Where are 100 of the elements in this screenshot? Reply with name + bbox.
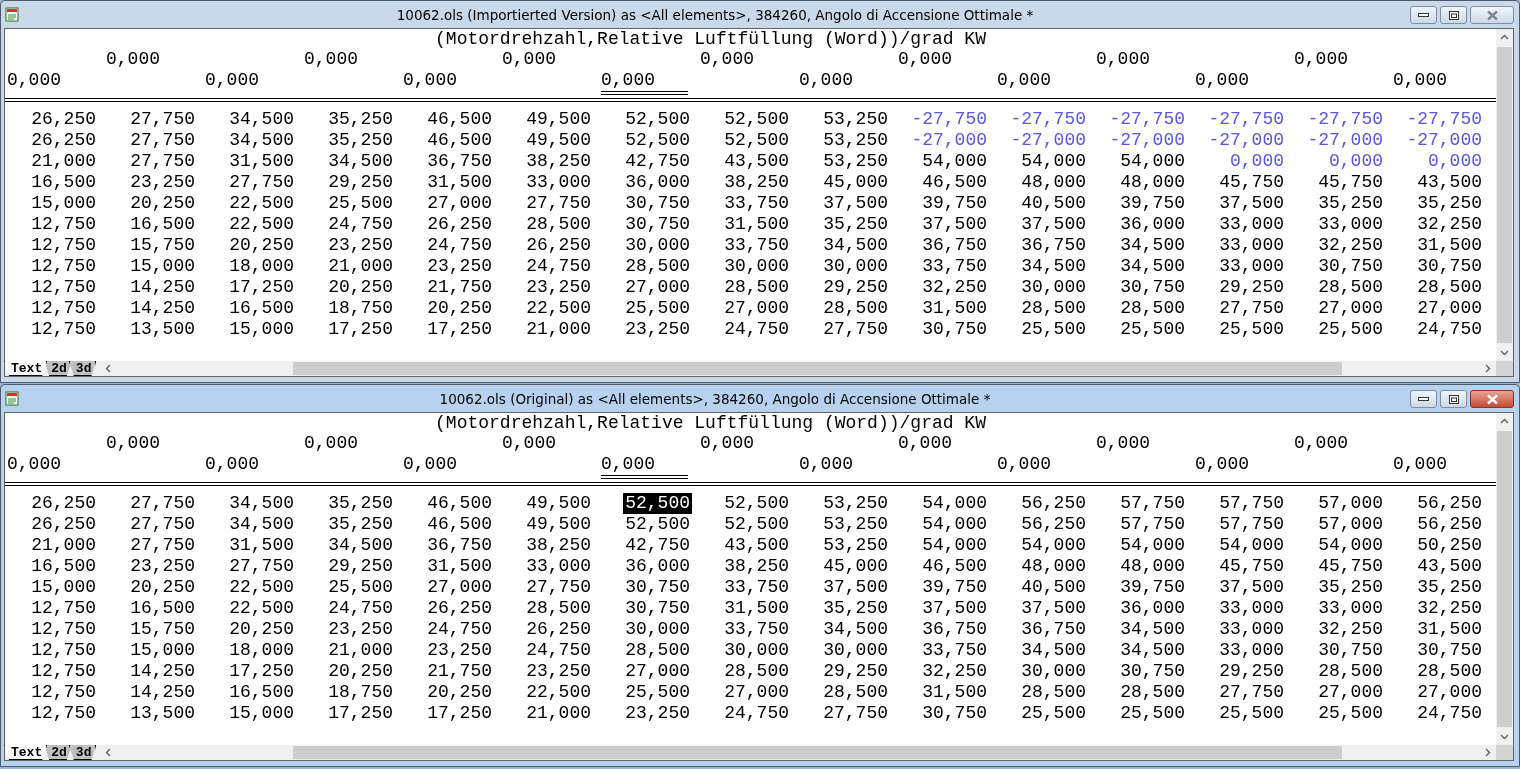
table-cell-text: 46,500 bbox=[426, 109, 493, 130]
table-cell-text: 43,500 bbox=[723, 535, 790, 556]
table-cell-text: 30,750 bbox=[921, 703, 988, 724]
view-tab[interactable]: Text bbox=[4, 745, 48, 760]
table-cell-text: 12,750 bbox=[30, 703, 97, 724]
table-cell-text: 28,500 bbox=[723, 661, 790, 682]
table-cell-text: 33,000 bbox=[525, 556, 592, 577]
table-cell-text: 29,250 bbox=[1218, 661, 1285, 682]
table-cell-text: 54,000 bbox=[1218, 535, 1285, 556]
axis-value[interactable]: 0,000 bbox=[1393, 454, 1480, 475]
table-cell-text: 25,500 bbox=[1020, 703, 1087, 724]
table-cell-text: 12,750 bbox=[30, 640, 97, 661]
axis-value[interactable]: 0,000 bbox=[601, 454, 688, 479]
table-cell-text: 25,500 bbox=[1119, 703, 1186, 724]
table-cell-text: 33,000 bbox=[1218, 598, 1285, 619]
table-cell-text: 36,750 bbox=[921, 619, 988, 640]
table-cell-text: 33,750 bbox=[921, 256, 988, 277]
table-cell-text: 27,750 bbox=[822, 703, 889, 724]
table-cell-text: 32,250 bbox=[1317, 235, 1384, 256]
table-cell-text: 28,500 bbox=[822, 298, 889, 319]
table-cell-text: 17,250 bbox=[426, 319, 493, 340]
axis-value[interactable]: 0,000 bbox=[403, 454, 490, 475]
axis-value[interactable]: 0,000 bbox=[205, 70, 292, 91]
table-cell-text: 27,750 bbox=[129, 109, 196, 130]
table-cell-text: 46,500 bbox=[426, 130, 493, 151]
document-icon bbox=[4, 6, 20, 23]
view-tab[interactable]: 3d bbox=[68, 745, 97, 760]
table-cell-text: 14,250 bbox=[129, 661, 196, 682]
restore-button[interactable] bbox=[1440, 390, 1467, 408]
axis-value[interactable]: 0,000 bbox=[997, 454, 1084, 475]
table-cell-text: 27,750 bbox=[129, 151, 196, 172]
table-cell-text: 13,500 bbox=[129, 703, 196, 724]
table-cell-text: 38,250 bbox=[723, 556, 790, 577]
axis-value[interactable]: 0,000 bbox=[205, 454, 292, 475]
minimize-button[interactable] bbox=[1410, 390, 1437, 408]
table-cell-text: 54,000 bbox=[1317, 535, 1384, 556]
table-cell-text: 28,500 bbox=[1119, 298, 1186, 319]
axis-value[interactable]: 0,000 bbox=[7, 454, 94, 475]
table-cell-text: 20,250 bbox=[228, 619, 295, 640]
table-cell-text: 39,750 bbox=[1119, 577, 1186, 598]
axis-value: 0,000 bbox=[502, 49, 557, 70]
table-cell-text: 33,000 bbox=[1218, 619, 1285, 640]
close-button[interactable] bbox=[1470, 390, 1514, 408]
table-cell-text: 32,250 bbox=[921, 661, 988, 682]
table-cell-text: 30,750 bbox=[624, 193, 691, 214]
table-cell-text: 23,250 bbox=[129, 556, 196, 577]
table-cell-text: 33,000 bbox=[1218, 235, 1285, 256]
table-cell-text: 25,500 bbox=[327, 577, 394, 598]
table-cell-text: 35,250 bbox=[1317, 577, 1384, 598]
axis-value[interactable]: 0,000 bbox=[799, 70, 886, 91]
table-cell-text: 30,750 bbox=[1416, 640, 1483, 661]
table-cell-text: 53,250 bbox=[822, 109, 889, 130]
close-icon bbox=[1485, 9, 1499, 21]
table-cell-text: 15,000 bbox=[129, 640, 196, 661]
view-tab[interactable]: 3d bbox=[68, 361, 97, 376]
restore-button[interactable] bbox=[1440, 6, 1467, 24]
axis-value: 0,000 bbox=[1294, 433, 1349, 454]
view-tab[interactable]: 2d bbox=[44, 745, 72, 760]
axis-value[interactable]: 0,000 bbox=[1195, 454, 1282, 475]
table-cell-text: 57,750 bbox=[1218, 493, 1285, 514]
vertical-scrollbar[interactable] bbox=[1496, 413, 1513, 745]
table-cell-text: 37,500 bbox=[822, 577, 889, 598]
table-cell-text: 56,250 bbox=[1020, 514, 1087, 535]
table-cell-text: 31,500 bbox=[228, 535, 295, 556]
table-cell-text: 29,250 bbox=[1218, 277, 1285, 298]
axis-value[interactable]: 0,000 bbox=[997, 70, 1084, 91]
axis-value[interactable]: 0,000 bbox=[799, 454, 886, 475]
table-cell-text: 0,000 bbox=[1328, 151, 1384, 172]
axis-value[interactable]: 0,000 bbox=[7, 70, 94, 91]
table-cell-text: 23,250 bbox=[525, 277, 592, 298]
table-cell-text: 12,750 bbox=[30, 661, 97, 682]
table-cell-text: 30,000 bbox=[624, 619, 691, 640]
table-cell-text: 30,000 bbox=[1020, 661, 1087, 682]
table-cell-text: 34,500 bbox=[228, 514, 295, 535]
table-cell-text: 27,750 bbox=[129, 493, 196, 514]
table-cell-text: 33,750 bbox=[921, 640, 988, 661]
view-tab[interactable]: 2d bbox=[44, 361, 72, 376]
vertical-scrollbar[interactable] bbox=[1496, 29, 1513, 361]
table-cell-text: 16,500 bbox=[129, 214, 196, 235]
table-cell-text: 37,500 bbox=[1020, 214, 1087, 235]
table-cell-text: 30,000 bbox=[723, 256, 790, 277]
table-cell-text: 31,500 bbox=[921, 298, 988, 319]
table-cell-text: 12,750 bbox=[30, 298, 97, 319]
table-cell-text: 53,250 bbox=[822, 514, 889, 535]
minimize-button[interactable] bbox=[1410, 6, 1437, 24]
table-cell-text: 52,500 bbox=[723, 130, 790, 151]
table-cell-text: 54,000 bbox=[1020, 151, 1087, 172]
axis-value[interactable]: 0,000 bbox=[1195, 70, 1282, 91]
table-cell-text: 46,500 bbox=[921, 172, 988, 193]
axis-value[interactable]: 0,000 bbox=[601, 70, 688, 95]
table-cell-text: 56,250 bbox=[1416, 493, 1483, 514]
table-cell-text: 23,250 bbox=[327, 619, 394, 640]
table-cell-text: 30,750 bbox=[1317, 640, 1384, 661]
view-tab[interactable]: Text bbox=[4, 361, 48, 376]
table-cell-text: 26,250 bbox=[426, 598, 493, 619]
axis-value[interactable]: 0,000 bbox=[1393, 70, 1480, 91]
table-cell-text: -27,000 bbox=[1306, 130, 1384, 151]
axis-value[interactable]: 0,000 bbox=[403, 70, 490, 91]
table-cell-text: 28,500 bbox=[1416, 661, 1483, 682]
table-cell-text: 45,750 bbox=[1218, 172, 1285, 193]
